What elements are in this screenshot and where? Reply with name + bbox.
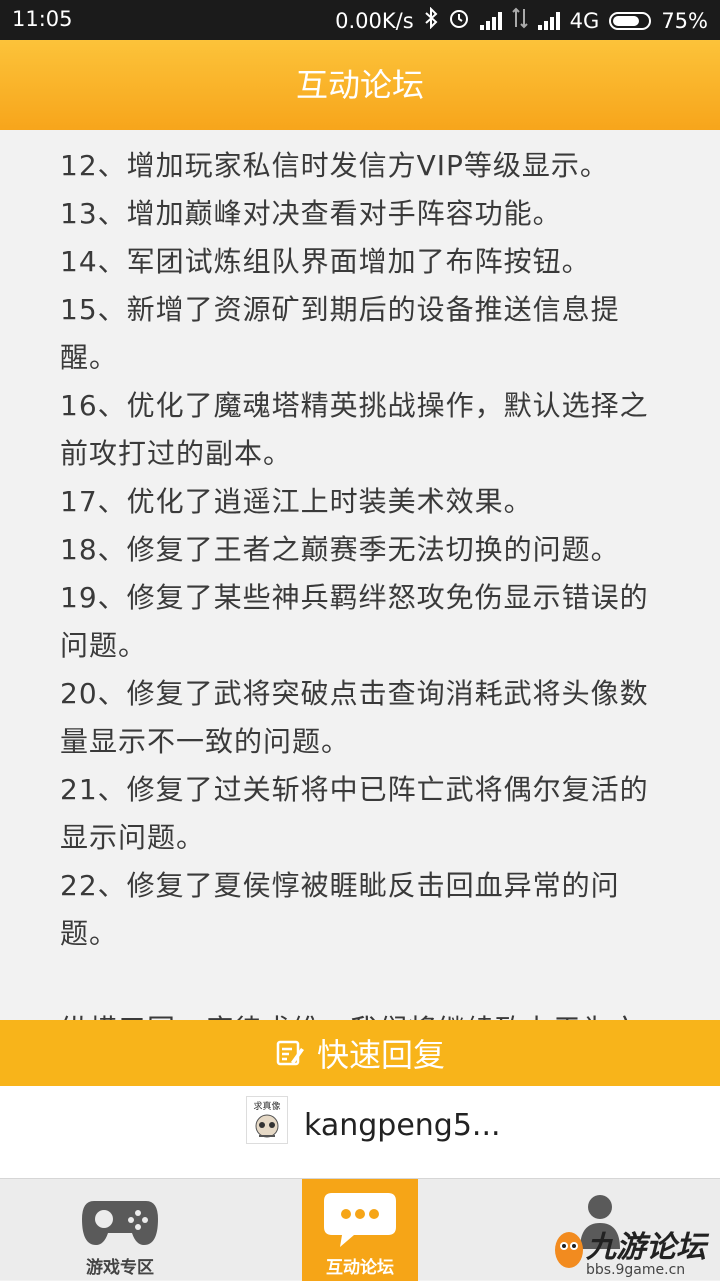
user-name[interactable]: kangpeng5...	[304, 1108, 501, 1143]
skull-icon	[255, 1114, 279, 1138]
gamepad-icon	[82, 1201, 158, 1245]
status-icons: 0.00K/s 4G 75%	[335, 6, 708, 34]
watermark-text: 九游论坛	[586, 1230, 706, 1265]
post-line: 20、修复了武将突破点击查询消耗武将头像数	[60, 677, 649, 710]
watermark-url: bbs.9game.cn	[586, 1262, 686, 1278]
post-line: 问题。	[60, 629, 148, 662]
post-line: 前攻打过的副本。	[60, 437, 293, 470]
quick-reply-button[interactable]: 快速回复	[0, 1020, 720, 1086]
tab-label: 游戏专区	[86, 1258, 154, 1278]
post-line: 量显示不一致的问题。	[60, 725, 351, 758]
data-transfer-icon	[511, 7, 528, 34]
avatar-tag: 求真像	[253, 1102, 281, 1112]
alarm-icon	[448, 7, 470, 34]
post-content[interactable]: 12、增加玩家私信时发信方VIP等级显示。 13、增加巅峰对决查看对手阵容功能。 1…	[0, 130, 720, 1020]
post-line: 16、优化了魔魂塔精英挑战操作，默认选择之	[60, 389, 649, 422]
signal-icon	[479, 11, 502, 30]
post-line: 19、修复了某些神兵羁绊怒攻免伤显示错误的	[60, 581, 649, 614]
battery-percent: 75%	[661, 8, 708, 33]
user-row[interactable]: 求真像 kangpeng5...	[0, 1086, 720, 1178]
post-line: 14、军团试炼组队界面增加了布阵按钮。	[60, 245, 591, 278]
post-line: 17、优化了逍遥江上时装美术效果。	[60, 485, 533, 518]
post-line: 显示问题。	[60, 821, 206, 854]
tab-label: 互动论坛	[326, 1258, 394, 1278]
battery-fill	[613, 15, 640, 26]
status-bar: 11:05 0.00K/s 4G 75%	[0, 0, 720, 40]
battery-icon	[609, 11, 652, 30]
tab-game-zone[interactable]: 游戏专区	[40, 1179, 200, 1281]
edit-icon	[275, 1038, 305, 1068]
mascot-icon	[555, 1232, 583, 1268]
post-line: 13、增加巅峰对决查看对手阵容功能。	[60, 197, 562, 230]
quick-reply-label: 快速回复	[316, 1036, 445, 1074]
post-line: 题。	[60, 917, 119, 950]
post-line: 12、增加玩家私信时发信方VIP等级显示。	[60, 149, 609, 182]
post-line: 22、修复了夏侯惇被睚眦反击回血异常的问	[60, 869, 620, 902]
signal-icon	[537, 11, 560, 30]
chat-bubble-icon	[324, 1193, 396, 1247]
bluetooth-icon	[424, 6, 438, 34]
post-line: 15、新增了资源矿到期后的设备推送信息提	[60, 293, 620, 326]
post-line: 21、修复了过关斩将中已阵亡武将偶尔复活的	[60, 773, 649, 806]
site-watermark: 九游论坛 bbs.9game.cn	[552, 1222, 720, 1280]
avatar[interactable]: 求真像	[246, 1096, 288, 1144]
post-body: 12、增加玩家私信时发信方VIP等级显示。 13、增加巅峰对决查看对手阵容功能。 1…	[60, 142, 670, 1020]
tab-forum[interactable]: 互动论坛	[302, 1179, 418, 1281]
post-line: 醒。	[60, 341, 119, 374]
post-line: 18、修复了王者之巅赛季无法切换的问题。	[60, 533, 620, 566]
status-time: 11:05	[12, 7, 73, 31]
network-speed: 0.00K/s	[335, 8, 414, 33]
page-title: 互动论坛	[0, 40, 720, 130]
post-line-partial: 纵横三国，底律求维，我们将继续致力于为亡	[60, 1006, 670, 1020]
network-type: 4G	[569, 8, 600, 33]
